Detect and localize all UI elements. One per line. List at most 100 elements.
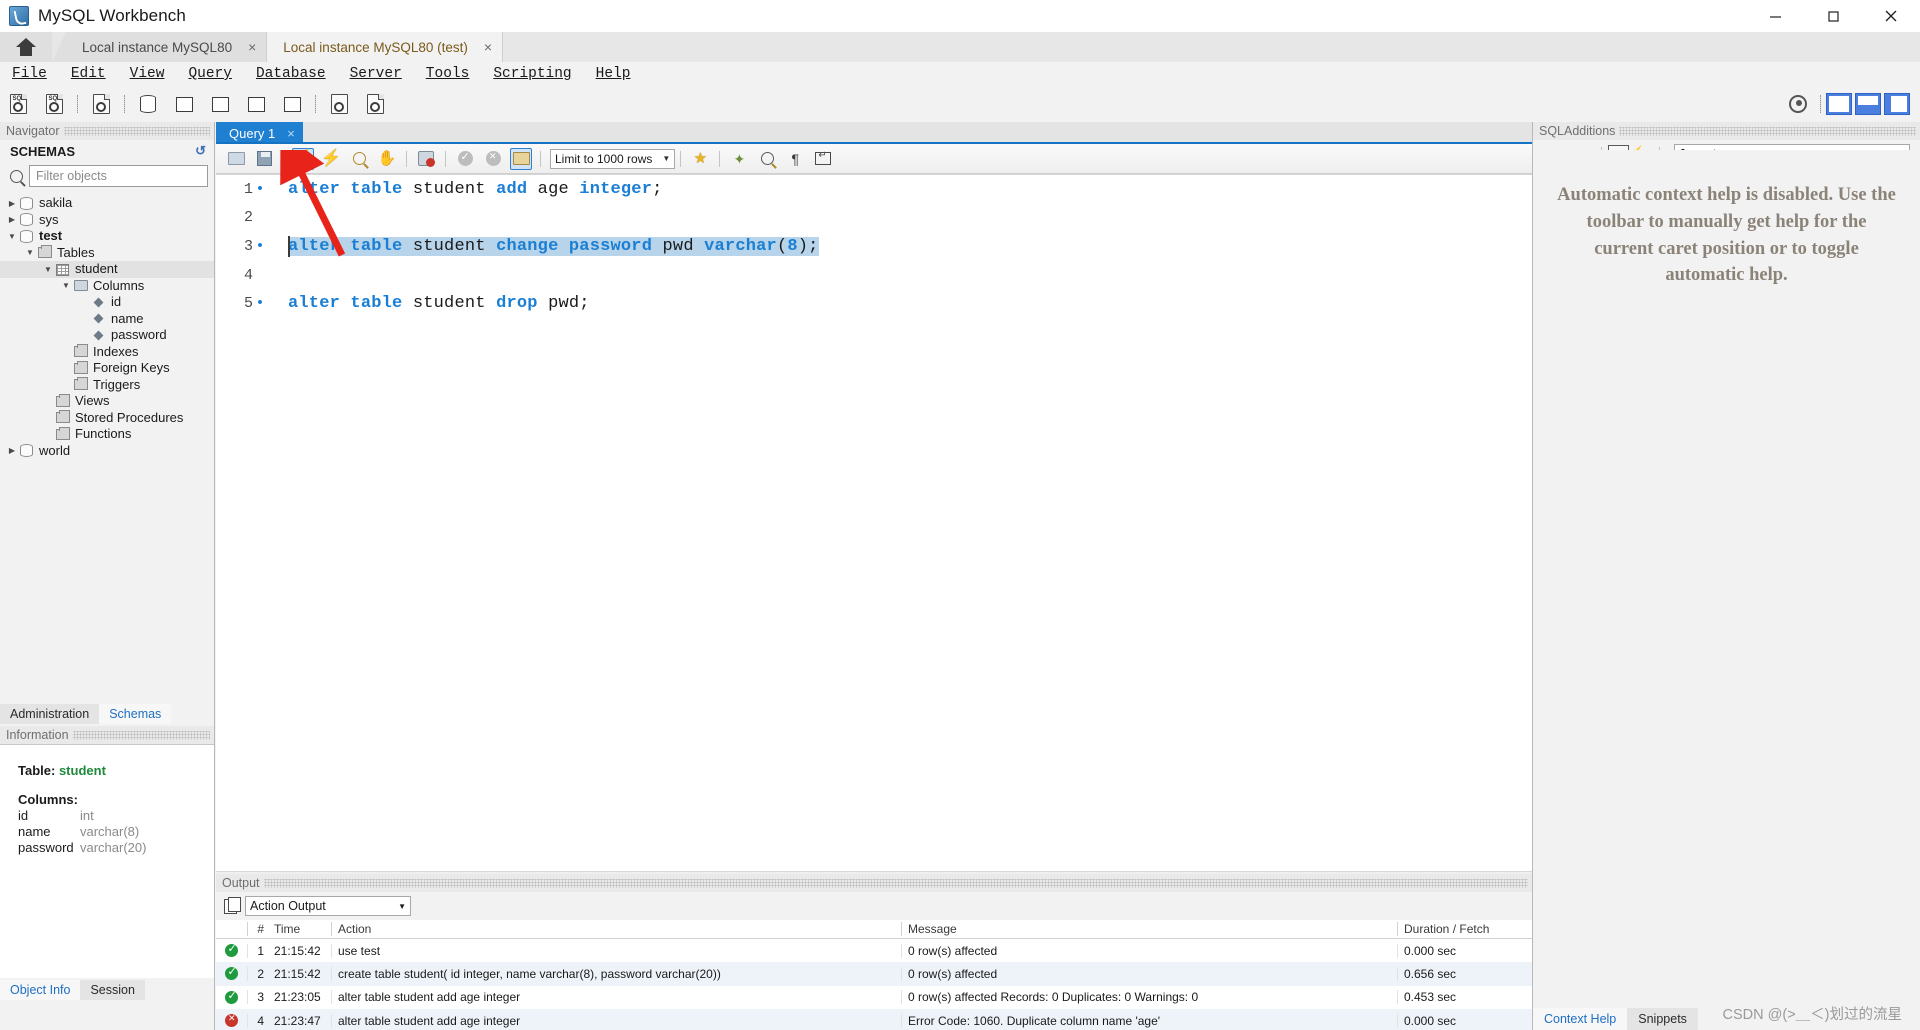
menu-database[interactable]: Database: [244, 66, 338, 82]
tree-twisty-expanded[interactable]: [6, 232, 18, 241]
menu-query[interactable]: Query: [176, 66, 244, 82]
tab-schemas[interactable]: Schemas: [99, 704, 172, 724]
tree-twisty-expanded[interactable]: [60, 281, 72, 290]
tree-item-password[interactable]: password: [0, 327, 214, 344]
table-icon: [54, 263, 71, 276]
connection-tab-0[interactable]: Local instance MySQL80 ×: [66, 32, 268, 62]
tree-item-student[interactable]: student: [0, 261, 214, 278]
menu-tools[interactable]: Tools: [414, 66, 482, 82]
info-column-row: name varchar(8): [18, 824, 214, 839]
tree-item-tables[interactable]: Tables: [0, 245, 214, 262]
open-sql-script-icon[interactable]: SQL: [41, 92, 67, 116]
tree-item-name[interactable]: name: [0, 311, 214, 328]
row-action: use test: [331, 943, 901, 958]
snippets-star-icon[interactable]: ★: [689, 148, 711, 170]
tree-item-stored-procedures[interactable]: Stored Procedures: [0, 410, 214, 427]
tree-item-sakila[interactable]: sakila: [0, 195, 214, 212]
create-procedure-icon[interactable]: [243, 92, 269, 116]
code-line[interactable]: 1 • alter table student add age integer;: [216, 175, 1532, 204]
tab-administration[interactable]: Administration: [0, 704, 100, 724]
rollback-x-icon[interactable]: [482, 148, 504, 170]
toggle-secondary-sidebar-button[interactable]: [1884, 93, 1910, 115]
menu-scripting[interactable]: Scripting: [481, 66, 583, 82]
minimize-button[interactable]: [1746, 0, 1804, 32]
query-tab-1[interactable]: Query 1 ×: [216, 122, 303, 144]
output-row[interactable]: 4 21:23:47 alter table student add age int…: [216, 1008, 1532, 1030]
menu-help[interactable]: Help: [584, 66, 643, 82]
tab-context-help[interactable]: Context Help: [1533, 1008, 1628, 1030]
wrap-lines-icon[interactable]: [812, 148, 834, 170]
close-icon[interactable]: ×: [287, 126, 295, 141]
stop-on-error-icon[interactable]: [415, 148, 437, 170]
save-script-icon[interactable]: [253, 148, 275, 170]
tree-item-world[interactable]: world: [0, 443, 214, 460]
autocommit-icon[interactable]: [510, 147, 532, 170]
stop-hand-icon[interactable]: ✋: [376, 148, 398, 170]
filter-objects-input[interactable]: Filter objects: [29, 165, 208, 187]
close-button[interactable]: [1862, 0, 1920, 32]
refresh-icon[interactable]: ↺: [195, 143, 206, 159]
filter-placeholder: Filter objects: [36, 169, 107, 183]
create-schema-icon[interactable]: [135, 92, 161, 116]
code-line[interactable]: 2: [216, 204, 1532, 233]
search-objects-icon[interactable]: [326, 92, 352, 116]
tree-twisty-collapsed[interactable]: [6, 446, 18, 455]
home-tab[interactable]: [0, 32, 52, 62]
output-mode-select[interactable]: Action Output ▼: [245, 896, 411, 916]
manage-connections-icon[interactable]: [88, 92, 114, 116]
beautify-broom-icon[interactable]: ✦: [728, 148, 750, 170]
tree-twisty-expanded[interactable]: [24, 248, 36, 257]
tree-item-sys[interactable]: sys: [0, 212, 214, 229]
line-number: 1: [243, 180, 253, 198]
menu-view[interactable]: View: [118, 66, 177, 82]
tree-item-views[interactable]: Views: [0, 393, 214, 410]
row-limit-select[interactable]: Limit to 1000 rows ▼: [550, 148, 676, 169]
tree-twisty-collapsed[interactable]: [6, 199, 18, 208]
tree-item-functions[interactable]: Functions: [0, 426, 214, 443]
tree-item-columns[interactable]: Columns: [0, 278, 214, 295]
tree-twisty-collapsed[interactable]: [6, 215, 18, 224]
copy-icon[interactable]: [224, 896, 241, 914]
code-line[interactable]: 3 • alter table student change password pw…: [216, 232, 1532, 261]
menu-file[interactable]: File: [0, 66, 59, 82]
create-view-icon[interactable]: [207, 92, 233, 116]
explain-magnifier-icon[interactable]: [348, 148, 370, 170]
create-function-icon[interactable]: [279, 92, 305, 116]
home-icon: [16, 38, 36, 56]
execute-current-bolt-icon[interactable]: ⚡: [320, 148, 342, 170]
tree-item-triggers[interactable]: Triggers: [0, 377, 214, 394]
tree-item-indexes[interactable]: Indexes: [0, 344, 214, 361]
create-table-icon[interactable]: [171, 92, 197, 116]
toggle-output-button[interactable]: [1855, 93, 1881, 115]
execute-bolt-icon[interactable]: ⚡: [292, 147, 314, 170]
connection-tab-1[interactable]: Local instance MySQL80 (test) ×: [267, 32, 504, 62]
find-magnifier-icon[interactable]: [756, 148, 778, 170]
tab-snippets[interactable]: Snippets: [1627, 1008, 1698, 1030]
toolbar-right-group: [1789, 93, 1920, 115]
tree-item-test[interactable]: test: [0, 228, 214, 245]
tree-twisty-expanded[interactable]: [42, 265, 54, 274]
code-line[interactable]: 4: [216, 261, 1532, 290]
caption-dots: [63, 126, 210, 136]
menu-server[interactable]: Server: [338, 66, 414, 82]
sql-code-editor[interactable]: 1 • alter table student add age integer; 2 3…: [216, 174, 1532, 871]
tab-session[interactable]: Session: [80, 980, 145, 1000]
open-script-icon[interactable]: [225, 148, 247, 170]
close-icon[interactable]: ×: [484, 40, 492, 54]
maximize-button[interactable]: [1804, 0, 1862, 32]
commit-check-icon[interactable]: [454, 148, 476, 170]
tree-item-id[interactable]: id: [0, 294, 214, 311]
output-row[interactable]: 2 21:15:42 create table student( id intege…: [216, 962, 1532, 986]
close-icon[interactable]: ×: [248, 40, 256, 54]
output-row[interactable]: 1 21:15:42 use test0 row(s) affected0.000 …: [216, 939, 1532, 962]
output-row[interactable]: 3 21:23:05 alter table student add age int…: [216, 986, 1532, 1009]
account-icon[interactable]: [1789, 95, 1807, 113]
new-sql-tab-icon[interactable]: SQL: [5, 92, 31, 116]
code-line[interactable]: 5 • alter table student drop pwd;: [216, 289, 1532, 318]
edit-table-data-icon[interactable]: [362, 92, 388, 116]
tree-item-foreign-keys[interactable]: Foreign Keys: [0, 360, 214, 377]
toggle-sidebar-button[interactable]: [1826, 93, 1852, 115]
pilcrow-icon[interactable]: ¶: [784, 148, 806, 170]
menu-edit[interactable]: Edit: [59, 66, 118, 82]
tab-object-info[interactable]: Object Info: [0, 980, 81, 1000]
